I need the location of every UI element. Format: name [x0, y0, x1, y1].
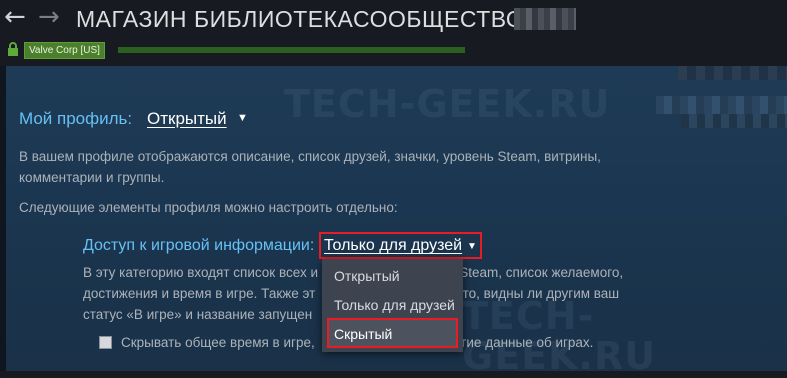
game-details-label: Доступ к игровой информации: [83, 237, 315, 254]
profile-privacy-label: Мой профиль: [19, 109, 133, 128]
hide-playtime-checkbox[interactable] [99, 336, 112, 349]
dropdown-option-private-label: Скрытый [334, 326, 393, 342]
username-blurred[interactable] [514, 8, 576, 30]
blurred-area [681, 114, 787, 128]
dropdown-option-public[interactable]: Открытый [334, 267, 400, 285]
profile-description: В вашем профиле отображаются описание, с… [19, 149, 601, 185]
profile-privacy-select[interactable]: Открытый [147, 108, 227, 130]
game-details-select[interactable]: Только для друзей [324, 236, 462, 256]
blurred-area [678, 66, 787, 80]
certificate-badge: Valve Corp [US] [24, 42, 105, 59]
watermark: TECH-GEEK.RU [284, 82, 611, 126]
url-blurred [118, 47, 465, 53]
caret-down-icon[interactable]: ▼ [467, 241, 477, 252]
blurred-area [656, 96, 787, 114]
back-arrow-icon[interactable]: ← [4, 4, 26, 30]
panel-left-edge [0, 66, 6, 371]
nav-store[interactable]: МАГАЗИН [76, 6, 187, 32]
separate-settings-note: Следующие элементы профиля можно настрои… [19, 200, 398, 215]
caret-down-icon[interactable]: ▼ [237, 112, 248, 124]
nav-community[interactable]: СООБЩЕСТВО [353, 6, 524, 32]
dropdown-option-friends-only[interactable]: Только для друзей [334, 296, 455, 314]
forward-arrow-icon[interactable]: → [38, 4, 60, 30]
lock-icon [8, 42, 18, 56]
nav-library[interactable]: БИБЛИОТЕКА [194, 6, 353, 32]
dropdown-option-private[interactable]: Скрытый [327, 318, 458, 348]
